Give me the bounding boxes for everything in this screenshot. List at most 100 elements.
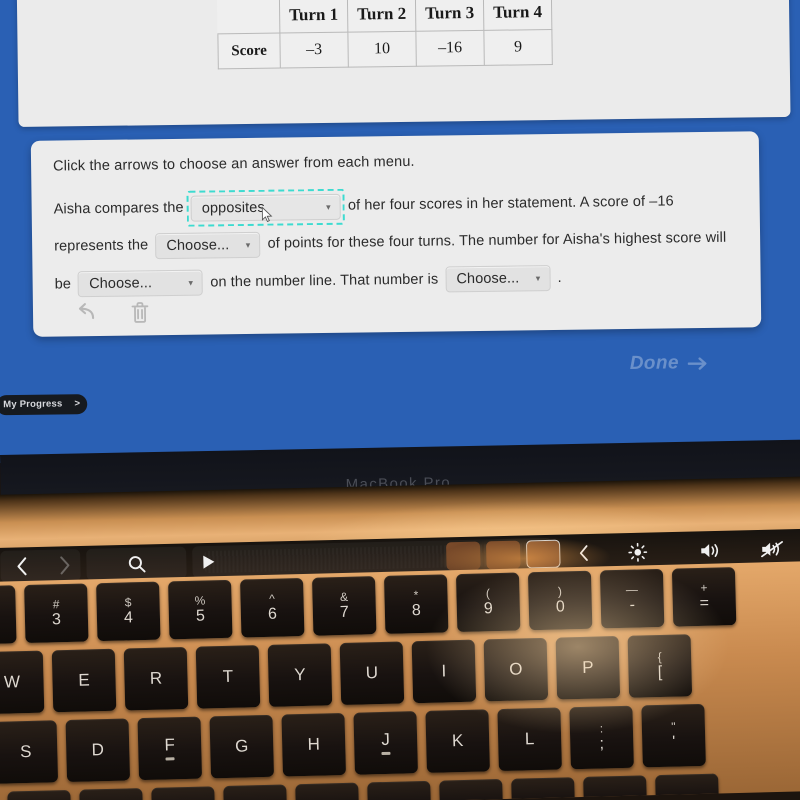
key-bottom-4[interactable] xyxy=(223,784,288,800)
key-bottom-1[interactable] xyxy=(7,789,72,800)
chevron-down-icon: ▾ xyxy=(535,273,541,284)
key-equals-symbol: + xyxy=(700,580,708,595)
dropdown-4[interactable]: Choose... ▾ xyxy=(445,265,551,293)
key-quote[interactable]: " ' xyxy=(641,703,706,768)
key-5-label: 5 xyxy=(195,606,206,625)
keyboard[interactable]: @2 #3 $4 %5 ^6 &7 *8 (9 )0 —- += W E R T… xyxy=(0,560,800,800)
chevron-down-icon: ▾ xyxy=(326,201,331,212)
table-header-turn-2: Turn 2 xyxy=(347,0,416,33)
touchbar-mute-icon[interactable] xyxy=(756,533,791,564)
key-5-symbol: % xyxy=(194,592,206,608)
key-5[interactable]: % 5 xyxy=(168,579,233,640)
key-u[interactable]: U xyxy=(339,641,405,706)
key-f-label: F xyxy=(164,735,176,755)
table-header-row: Turn 1 Turn 2 Turn 3 Turn 4 xyxy=(217,0,552,34)
touchbar-collapse-icon[interactable] xyxy=(570,538,599,569)
key-bottom-9[interactable] xyxy=(583,775,648,800)
key-equals[interactable]: + = xyxy=(671,567,737,627)
dropdown-2[interactable]: Choose... ▾ xyxy=(155,231,261,260)
trash-icon[interactable] xyxy=(127,299,153,325)
touchbar-search-icon[interactable] xyxy=(120,548,153,579)
touchbar-brightness-icon[interactable] xyxy=(622,536,653,567)
key-o[interactable]: O xyxy=(483,637,549,702)
key-w[interactable]: W xyxy=(0,650,45,715)
key-6[interactable]: ^ 6 xyxy=(240,577,305,638)
key-bottom-6[interactable] xyxy=(367,780,432,800)
answer-toolbar xyxy=(73,299,153,326)
key-bracket-left[interactable]: {[ xyxy=(627,634,693,698)
key-8-symbol: * xyxy=(413,587,419,602)
key-t[interactable]: T xyxy=(195,645,261,709)
key-9[interactable]: (9 xyxy=(455,572,521,633)
key-quote-label: ' xyxy=(672,733,676,751)
key-quote-symbol: " xyxy=(671,719,676,734)
key-f[interactable]: F xyxy=(137,716,203,781)
statement-part-1: Aisha compares the xyxy=(53,199,184,218)
key-3[interactable]: #3 xyxy=(24,583,89,644)
key-bottom-2[interactable] xyxy=(79,788,144,800)
key-j[interactable]: J xyxy=(353,711,418,775)
key-bottom-10[interactable] xyxy=(655,773,720,800)
key-bottom-5[interactable] xyxy=(295,782,360,800)
key-4[interactable]: $4 xyxy=(96,581,161,642)
key-y[interactable]: Y xyxy=(267,643,333,707)
done-button-label: Done xyxy=(629,352,679,375)
dropdown-1[interactable]: opposites ▾ xyxy=(190,193,341,222)
key-r[interactable]: R xyxy=(123,646,189,711)
chevron-right-icon: > xyxy=(74,398,81,410)
keyboard-row-qwerty: W E R T Y U I O P {[ xyxy=(0,629,800,715)
laptop-screen: Turn 1 Turn 2 Turn 3 Turn 4 Score –3 10 … xyxy=(0,0,800,463)
key-d[interactable]: D xyxy=(65,718,131,783)
key-8[interactable]: * 8 xyxy=(383,574,449,634)
key-j-home-bump xyxy=(381,752,391,755)
chevron-down-icon: ▾ xyxy=(245,239,251,250)
score-table: Turn 1 Turn 2 Turn 3 Turn 4 Score –3 10 … xyxy=(216,0,553,70)
key-e[interactable]: E xyxy=(51,648,117,713)
touchbar-thumbnail-2[interactable] xyxy=(485,540,521,570)
statement-part-3: represents the xyxy=(54,237,149,255)
key-2[interactable]: @2 xyxy=(0,585,17,645)
key-s[interactable]: S xyxy=(0,720,59,784)
done-button[interactable]: Done xyxy=(630,352,708,375)
dropdown-3[interactable]: Choose... ▾ xyxy=(77,269,204,298)
key-u-label: U xyxy=(365,663,379,683)
touchbar-back-icon[interactable] xyxy=(6,551,39,582)
key-9-symbol: ( xyxy=(485,585,491,600)
key-3-symbol: # xyxy=(52,596,60,611)
key-6-symbol: ^ xyxy=(268,591,275,606)
key-g-label: G xyxy=(234,736,249,756)
key-semicolon[interactable]: :; xyxy=(569,705,634,770)
key-k[interactable]: K xyxy=(425,709,490,773)
dropdown-4-value: Choose... xyxy=(456,270,520,288)
key-l[interactable]: L xyxy=(497,707,562,772)
key-f-home-bump xyxy=(165,757,175,761)
key-g[interactable]: G xyxy=(209,714,275,779)
table-row-label-score: Score xyxy=(217,33,281,69)
key-bottom-7[interactable] xyxy=(439,779,504,800)
key-bottom-3[interactable] xyxy=(151,786,216,800)
key-d-label: D xyxy=(91,740,105,760)
key-h-label: H xyxy=(307,734,321,754)
statement-part-2: of her four scores in her statement. A s… xyxy=(347,193,674,214)
key-equals-label: = xyxy=(699,594,710,612)
key-7-symbol: & xyxy=(339,589,349,604)
undo-icon[interactable] xyxy=(73,300,99,326)
statement-part-7: . xyxy=(557,269,562,286)
key-9-label: 9 xyxy=(483,599,493,617)
key-h[interactable]: H xyxy=(281,712,346,777)
my-progress-button[interactable]: My Progress > xyxy=(0,394,88,416)
touchbar-thumbnail-selected[interactable] xyxy=(525,539,561,569)
key-minus-label: - xyxy=(629,596,636,614)
statement-part-4: of points for these four turns. The numb… xyxy=(267,230,662,253)
touchbar-volume-icon[interactable] xyxy=(694,535,729,566)
key-minus[interactable]: — - xyxy=(599,568,665,629)
statement-text: Aisha compares the opposites ▾ of her fo… xyxy=(53,183,738,304)
touchbar-forward-icon[interactable] xyxy=(48,550,81,581)
key-bottom-8[interactable] xyxy=(511,777,576,800)
key-p[interactable]: P xyxy=(555,636,621,700)
key-0[interactable]: ) 0 xyxy=(527,570,593,631)
key-i[interactable]: I xyxy=(411,639,477,704)
key-k-label: K xyxy=(451,730,464,751)
key-7[interactable]: & 7 xyxy=(311,576,377,636)
touchbar-thumbnail-1[interactable] xyxy=(445,541,481,571)
